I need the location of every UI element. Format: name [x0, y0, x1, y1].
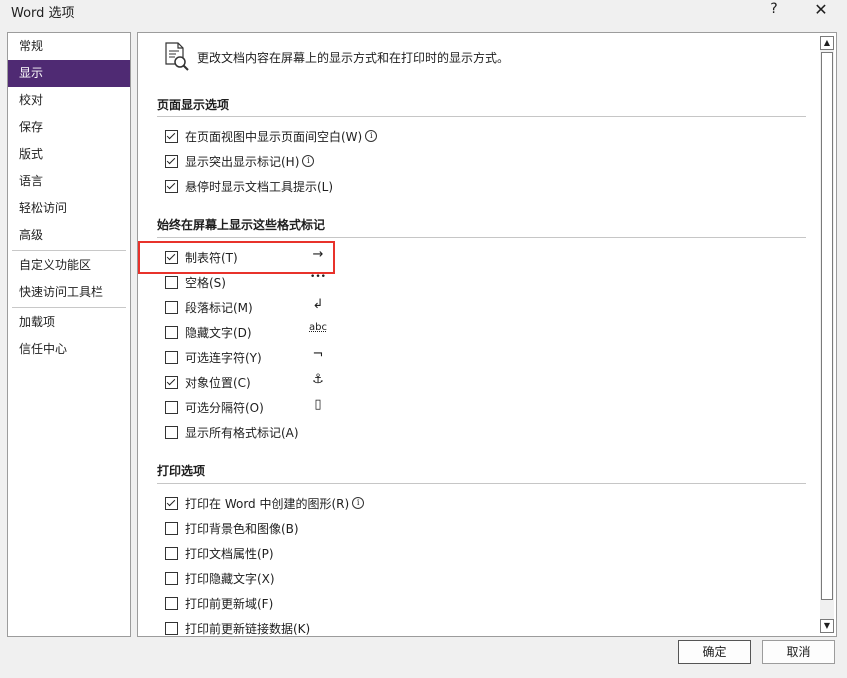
sidebar-item-language[interactable]: 语言 [8, 168, 130, 195]
sidebar-item-trust-center[interactable]: 信任中心 [8, 336, 130, 363]
option-object-anchors[interactable]: 对象位置(C) [165, 372, 251, 392]
hidden-text-icon: abc [309, 322, 327, 333]
option-label: 悬停时显示文档工具提示(L) [185, 179, 334, 194]
option-label: 可选分隔符(O) [185, 400, 264, 415]
option-label: 对象位置(C) [185, 375, 251, 390]
section-title-print: 打印选项 [157, 464, 206, 478]
sidebar-item-quick-access-toolbar[interactable]: 快速访问工具栏 [8, 279, 130, 306]
checkbox[interactable] [165, 521, 178, 535]
option-label: 空格(S) [185, 275, 226, 290]
optional-break-icon: ▯ [314, 397, 322, 412]
option-tab-characters[interactable]: 制表符(T) [165, 247, 238, 267]
close-button[interactable]: ✕ [810, 0, 832, 20]
sidebar-divider [12, 307, 126, 308]
option-optional-breaks[interactable]: 可选分隔符(O) [165, 397, 264, 417]
option-label: 显示所有格式标记(A) [185, 425, 299, 440]
intro-text: 更改文档内容在屏幕上的显示方式和在打印时的显示方式。 [197, 51, 510, 65]
sidebar-item-typography[interactable]: 版式 [8, 141, 130, 168]
optional-hyphen-icon: ¬ [312, 347, 324, 362]
space-dots-icon: ••• [310, 272, 326, 282]
option-label: 制表符(T) [185, 250, 238, 265]
paragraph-mark-icon: ↲ [312, 297, 324, 312]
document-magnifier-icon [165, 42, 189, 71]
ok-button[interactable]: 确定 [678, 640, 751, 664]
scrollbar-thumb[interactable] [821, 52, 833, 600]
checkbox[interactable] [165, 571, 178, 585]
checkbox[interactable] [165, 154, 178, 168]
sidebar-item-general[interactable]: 常规 [8, 33, 130, 60]
option-show-all-marks[interactable]: 显示所有格式标记(A) [165, 422, 299, 442]
option-label: 在页面视图中显示页面间空白(W) [185, 129, 363, 144]
option-label: 打印在 Word 中创建的图形(R) [185, 496, 350, 511]
info-icon[interactable]: i [365, 130, 378, 142]
sidebar-item-accessibility[interactable]: 轻松访问 [8, 195, 130, 222]
checkbox[interactable] [165, 400, 178, 414]
option-label: 可选连字符(Y) [185, 350, 262, 365]
sidebar-item-proofing[interactable]: 校对 [8, 87, 130, 114]
sidebar-item-display[interactable]: 显示 [8, 60, 130, 87]
option-label: 打印背景色和图像(B) [185, 521, 299, 536]
option-hidden-text[interactable]: 隐藏文字(D) [165, 322, 252, 342]
section-divider [157, 483, 806, 484]
checkbox[interactable] [165, 375, 178, 389]
option-label: 段落标记(M) [185, 300, 253, 315]
checkbox[interactable] [165, 129, 178, 143]
option-paragraph-marks[interactable]: 段落标记(M) [165, 297, 253, 317]
cancel-button[interactable]: 取消 [762, 640, 835, 664]
option-print-properties[interactable]: 打印文档属性(P) [165, 543, 274, 563]
sidebar: 常规 显示 校对 保存 版式 语言 轻松访问 高级 自定义功能区 快速访问工具栏… [7, 32, 131, 637]
section-divider [157, 116, 806, 117]
options-panel: 更改文档内容在屏幕上的显示方式和在打印时的显示方式。 页面显示选项 在页面视图中… [137, 32, 837, 637]
option-spaces[interactable]: 空格(S) [165, 272, 226, 292]
sidebar-item-advanced[interactable]: 高级 [8, 222, 130, 249]
option-label: 打印前更新域(F) [185, 596, 274, 611]
info-icon[interactable]: i [352, 497, 365, 509]
sidebar-divider [12, 250, 126, 251]
option-label: 打印文档属性(P) [185, 546, 274, 561]
checkbox[interactable] [165, 596, 178, 610]
checkbox[interactable] [165, 325, 178, 339]
option-optional-hyphens[interactable]: 可选连字符(Y) [165, 347, 262, 367]
option-update-fields[interactable]: 打印前更新域(F) [165, 593, 273, 613]
tab-arrow-icon: → [312, 247, 324, 262]
section-title-page-display: 页面显示选项 [157, 98, 230, 112]
option-label: 打印前更新链接数据(K) [185, 621, 311, 636]
option-update-linked-data[interactable]: 打印前更新链接数据(K) [165, 618, 311, 636]
option-print-hidden-text[interactable]: 打印隐藏文字(X) [165, 568, 275, 588]
checkbox[interactable] [165, 250, 178, 264]
checkbox[interactable] [165, 350, 178, 364]
scroll-up-icon[interactable]: ▲ [820, 36, 834, 50]
help-button[interactable]: ? [766, 1, 782, 21]
vertical-scrollbar[interactable]: ▲ ▼ [820, 36, 834, 633]
option-show-whitespace[interactable]: 在页面视图中显示页面间空白(W) i [165, 126, 378, 146]
checkbox[interactable] [165, 546, 178, 560]
checkbox[interactable] [165, 275, 178, 289]
sidebar-item-customize-ribbon[interactable]: 自定义功能区 [8, 252, 130, 279]
option-label: 隐藏文字(D) [185, 325, 252, 340]
window-title: Word 选项 [11, 6, 75, 21]
section-divider [157, 237, 806, 238]
info-icon[interactable]: i [302, 155, 315, 167]
section-title-formatting-marks: 始终在屏幕上显示这些格式标记 [157, 218, 326, 232]
sidebar-item-add-ins[interactable]: 加载项 [8, 309, 130, 336]
checkbox[interactable] [165, 496, 178, 510]
anchor-icon: ⚓ [312, 372, 324, 387]
sidebar-item-save[interactable]: 保存 [8, 114, 130, 141]
checkbox[interactable] [165, 179, 178, 193]
option-print-drawings[interactable]: 打印在 Word 中创建的图形(R) i [165, 493, 365, 513]
option-show-tooltips[interactable]: 悬停时显示文档工具提示(L) [165, 176, 333, 196]
option-label: 打印隐藏文字(X) [185, 571, 275, 586]
scroll-down-icon[interactable]: ▼ [820, 619, 834, 633]
option-print-background[interactable]: 打印背景色和图像(B) [165, 518, 299, 538]
checkbox[interactable] [165, 621, 178, 635]
title-bar: Word 选项 ? ✕ [0, 0, 847, 24]
option-show-highlighter-marks[interactable]: 显示突出显示标记(H) i [165, 151, 315, 171]
checkbox[interactable] [165, 425, 178, 439]
checkbox[interactable] [165, 300, 178, 314]
option-label: 显示突出显示标记(H) [185, 154, 300, 169]
